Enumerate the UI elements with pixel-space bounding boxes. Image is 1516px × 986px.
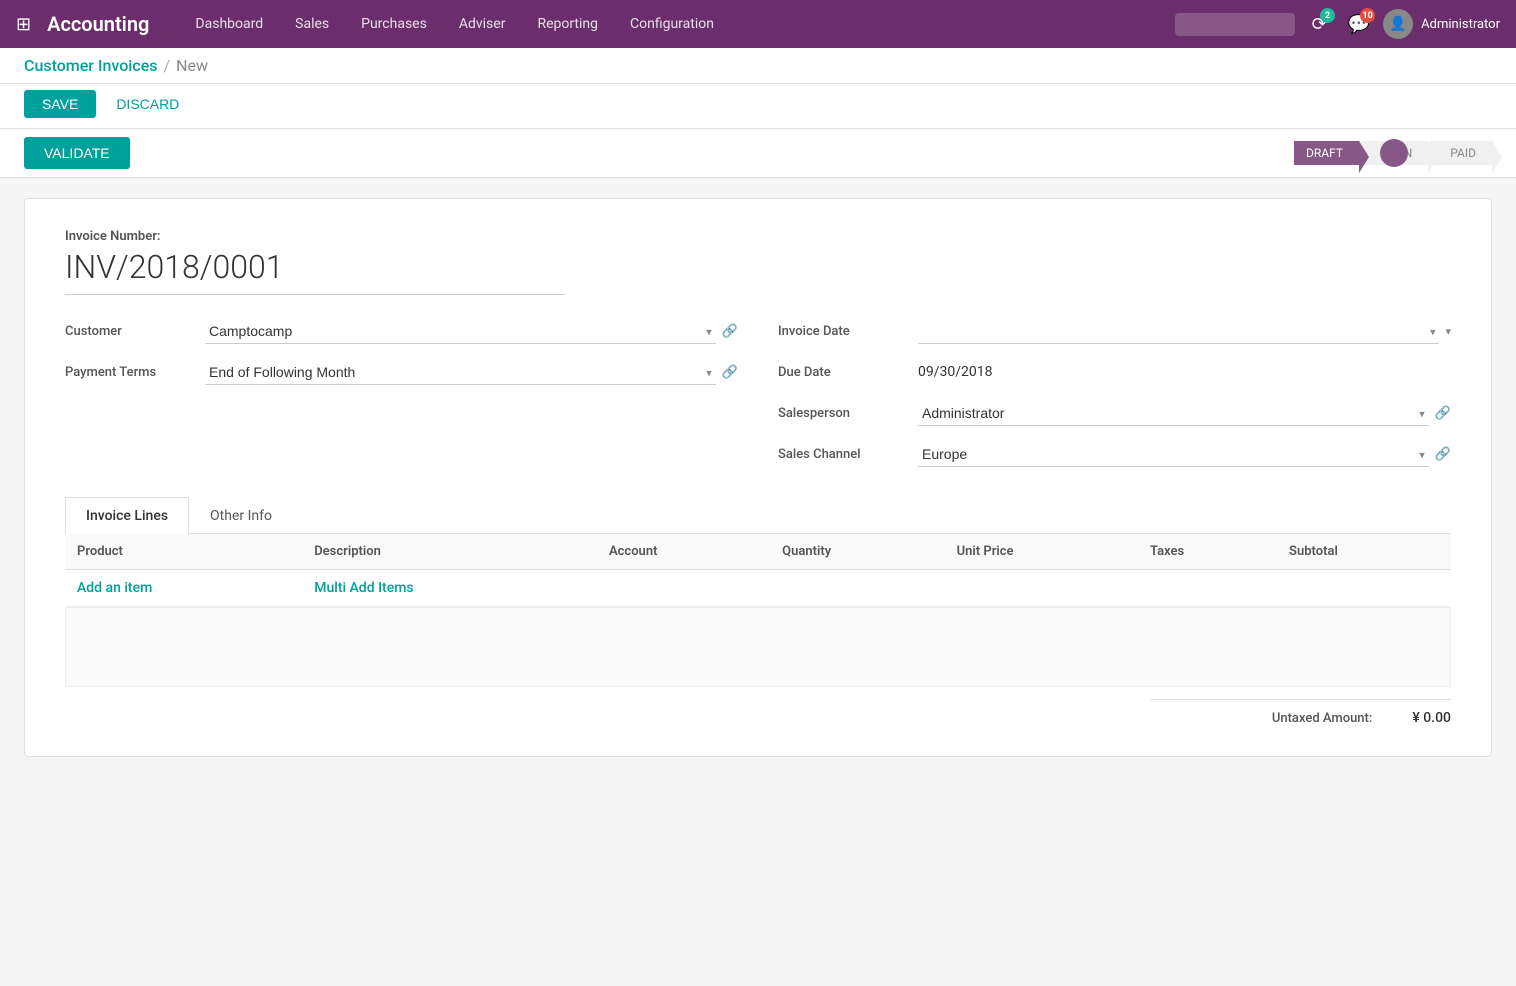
tab-other-info[interactable]: Other Info — [189, 497, 293, 534]
due-date-value: 09/30/2018 — [918, 360, 993, 385]
invoice-date-input[interactable] — [918, 319, 1439, 344]
invoice-number-value[interactable]: INV/2018/0001 — [65, 248, 565, 295]
nav-adviser[interactable]: Adviser — [445, 10, 520, 38]
salesperson-row: Salesperson Administrator 🔗 — [778, 401, 1451, 426]
sales-channel-control: Europe 🔗 — [918, 442, 1451, 467]
invoice-lines-table: Product Description Account Quantity Uni… — [65, 534, 1451, 607]
form-left: Customer Camptocamp 🔗 Payment Terms — [65, 319, 738, 467]
nav-purchases[interactable]: Purchases — [347, 10, 441, 38]
table-row-add: Add an item Multi Add Items — [65, 570, 1451, 607]
col-product: Product — [65, 534, 302, 570]
invoice-date-row: Invoice Date ▾ — [778, 319, 1451, 344]
customer-label: Customer — [65, 324, 195, 339]
validate-button[interactable]: VALIDATE — [24, 137, 130, 169]
customer-select-wrapper: Camptocamp — [205, 319, 716, 344]
col-unit-price: Unit Price — [945, 534, 1138, 570]
empty-area — [65, 607, 1451, 687]
taxes-cell-empty — [1138, 570, 1277, 607]
avatar[interactable]: 👤 — [1383, 9, 1413, 39]
breadcrumb-current: New — [176, 56, 208, 75]
status-bar: VALIDATE DRAFT OPEN PAID — [0, 129, 1516, 178]
col-account: Account — [597, 534, 770, 570]
add-item-cell: Add an item — [65, 570, 302, 607]
status-dot — [1380, 139, 1408, 167]
status-step-paid: PAID — [1430, 141, 1492, 165]
untaxed-label: Untaxed Amount: — [1272, 711, 1372, 726]
payment-terms-select[interactable]: End of Following Month — [205, 360, 716, 385]
untaxed-value: ¥ 0.00 — [1412, 710, 1451, 726]
salesperson-label: Salesperson — [778, 406, 908, 421]
discard-button[interactable]: DISCARD — [104, 90, 191, 118]
col-description: Description — [302, 534, 597, 570]
form-right: Invoice Date ▾ Due Date 09/30/2018 — [778, 319, 1451, 467]
nav-configuration[interactable]: Configuration — [616, 10, 728, 38]
due-date-control: 09/30/2018 — [918, 360, 1451, 385]
payment-terms-label: Payment Terms — [65, 365, 195, 380]
tabs: Invoice Lines Other Info — [65, 497, 1451, 534]
customer-control: Camptocamp 🔗 — [205, 319, 738, 344]
account-cell-empty — [597, 570, 770, 607]
main-content: Invoice Number: INV/2018/0001 Customer C… — [0, 178, 1516, 777]
nav-reporting[interactable]: Reporting — [523, 10, 612, 38]
breadcrumb: Customer Invoices / New — [24, 56, 208, 75]
payment-terms-control: End of Following Month 🔗 — [205, 360, 738, 385]
payment-terms-row: Payment Terms End of Following Month 🔗 — [65, 360, 738, 385]
customer-select[interactable]: Camptocamp — [205, 319, 716, 344]
activity-icon[interactable]: ⟳ 2 — [1303, 8, 1335, 40]
action-buttons: SAVE DISCARD — [0, 84, 1516, 129]
quantity-cell-empty — [770, 570, 944, 607]
sales-channel-external-link-icon[interactable]: 🔗 — [1435, 447, 1451, 462]
form-grid: Customer Camptocamp 🔗 Payment Terms — [65, 319, 1451, 467]
nav-links: Dashboard Sales Purchases Adviser Report… — [181, 10, 1167, 38]
sales-channel-label: Sales Channel — [778, 447, 908, 462]
salesperson-external-link-icon[interactable]: 🔗 — [1435, 406, 1451, 421]
nav-right: ⟳ 2 💬 10 👤 Administrator — [1175, 8, 1500, 40]
col-subtotal: Subtotal — [1277, 534, 1451, 570]
status-step-draft: DRAFT — [1294, 141, 1359, 165]
due-date-row: Due Date 09/30/2018 — [778, 360, 1451, 385]
sales-channel-select[interactable]: Europe — [918, 442, 1429, 467]
col-quantity: Quantity — [770, 534, 944, 570]
sales-channel-select-wrapper: Europe — [918, 442, 1429, 467]
multi-add-link[interactable]: Multi Add Items — [314, 580, 413, 596]
invoice-date-dropdown-icon[interactable]: ▾ — [1445, 325, 1451, 338]
customer-external-link-icon[interactable]: 🔗 — [722, 324, 738, 339]
activity-badge: 2 — [1320, 8, 1335, 23]
invoice-date-select-wrapper — [918, 319, 1439, 344]
nav-sales[interactable]: Sales — [281, 10, 343, 38]
top-navigation: ⊞ Accounting Dashboard Sales Purchases A… — [0, 0, 1516, 48]
nav-dashboard[interactable]: Dashboard — [181, 10, 277, 38]
save-button[interactable]: SAVE — [24, 90, 96, 118]
invoice-date-label: Invoice Date — [778, 324, 908, 339]
subtotal-cell-empty — [1277, 570, 1451, 607]
add-item-link[interactable]: Add an item — [77, 580, 152, 596]
col-taxes: Taxes — [1138, 534, 1277, 570]
admin-name: Administrator — [1421, 17, 1500, 32]
sales-channel-row: Sales Channel Europe 🔗 — [778, 442, 1451, 467]
search-input[interactable] — [1175, 13, 1295, 36]
customer-row: Customer Camptocamp 🔗 — [65, 319, 738, 344]
grid-icon[interactable]: ⊞ — [16, 14, 31, 35]
invoice-card: Invoice Number: INV/2018/0001 Customer C… — [24, 198, 1492, 757]
multi-add-cell: Multi Add Items — [302, 570, 597, 607]
breadcrumb-parent[interactable]: Customer Invoices — [24, 56, 158, 75]
unit-price-cell-empty — [945, 570, 1138, 607]
breadcrumb-separator: / — [164, 56, 171, 75]
messages-icon[interactable]: 💬 10 — [1343, 8, 1375, 40]
salesperson-control: Administrator 🔗 — [918, 401, 1451, 426]
subheader: Customer Invoices / New — [0, 48, 1516, 84]
invoice-number-label: Invoice Number: — [65, 229, 1451, 244]
tab-invoice-lines[interactable]: Invoice Lines — [65, 497, 189, 534]
brand-name: Accounting — [47, 12, 149, 36]
payment-terms-select-wrapper: End of Following Month — [205, 360, 716, 385]
due-date-label: Due Date — [778, 365, 908, 380]
payment-terms-external-link-icon[interactable]: 🔗 — [722, 365, 738, 380]
invoice-date-control: ▾ — [918, 319, 1451, 344]
invoice-footer: Untaxed Amount: ¥ 0.00 — [65, 687, 1451, 726]
messages-badge: 10 — [1360, 8, 1375, 23]
salesperson-select[interactable]: Administrator — [918, 401, 1429, 426]
salesperson-select-wrapper: Administrator — [918, 401, 1429, 426]
